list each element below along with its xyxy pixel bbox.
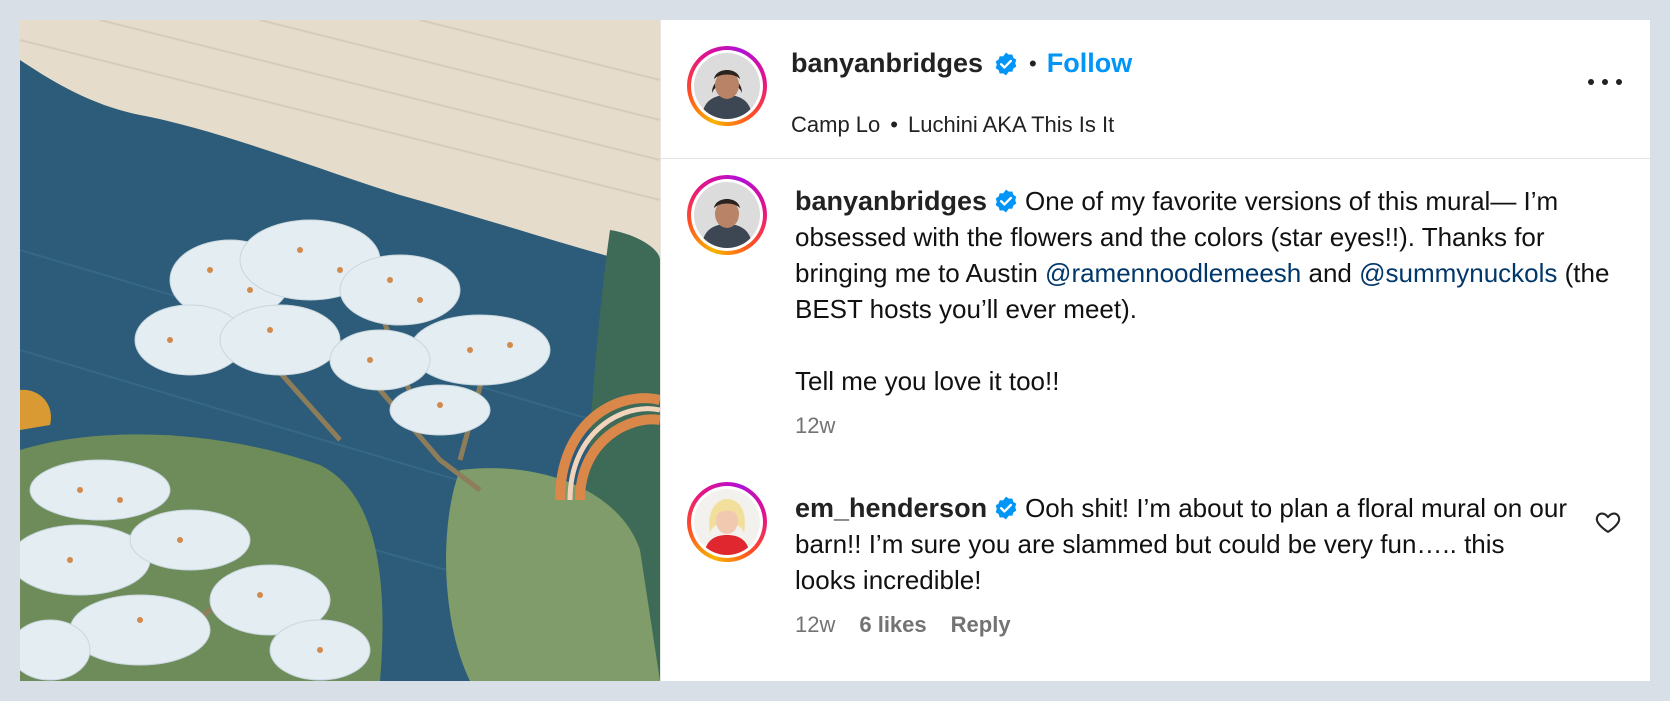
audio-separator: • [890, 112, 898, 137]
verified-badge-icon [995, 496, 1017, 520]
audio-info[interactable]: Camp Lo • Luchini AKA This Is It [791, 112, 1114, 138]
commenter-avatar[interactable] [687, 482, 767, 562]
comment-likes[interactable]: 6 likes [859, 612, 926, 638]
audio-artist: Camp Lo [791, 112, 881, 137]
caption-body-2: and [1301, 258, 1360, 288]
header-separator: • [1029, 50, 1037, 76]
author-avatar-photo [694, 53, 760, 119]
commenter-avatar-photo [694, 489, 760, 555]
commenter-username[interactable]: em_henderson [795, 493, 987, 523]
author-avatar[interactable] [687, 46, 767, 126]
follow-button[interactable]: Follow [1047, 48, 1132, 79]
caption-avatar[interactable] [687, 175, 767, 255]
post-media[interactable] [20, 20, 660, 681]
comment-timestamp[interactable]: 12w [795, 612, 835, 638]
author-username[interactable]: banyanbridges [791, 48, 983, 79]
comment-meta: 12w 6 likes Reply [795, 612, 1630, 638]
caption-timestamp[interactable]: 12w [795, 413, 835, 439]
mention-link[interactable]: @summynuckols [1359, 258, 1557, 288]
comment-item: em_henderson Ooh shit! I’m about to plan… [687, 482, 1630, 638]
like-heart-icon[interactable] [1594, 508, 1622, 536]
caption-username[interactable]: banyanbridges [795, 186, 987, 216]
caption: banyanbridges One of my favorite version… [687, 175, 1630, 439]
comment-text: em_henderson Ooh shit! I’m about to plan… [795, 482, 1630, 598]
caption-text: banyanbridges One of my favorite version… [795, 175, 1630, 399]
caption-body-4: Tell me you love it too!! [795, 366, 1060, 396]
mural-image [20, 20, 660, 681]
caption-avatar-photo [694, 182, 760, 248]
mention-link[interactable]: @ramennoodlemeesh [1045, 258, 1301, 288]
post-panel: banyanbridges • Follow Camp Lo • Luchini… [660, 20, 1650, 681]
audio-track: Luchini AKA This Is It [907, 112, 1115, 137]
more-options-icon[interactable] [1588, 72, 1622, 92]
verified-badge-icon [995, 52, 1017, 75]
verified-badge-icon [995, 189, 1017, 213]
reply-button[interactable]: Reply [951, 612, 1011, 638]
header-title-row: banyanbridges • Follow [791, 48, 1132, 79]
post-card: banyanbridges • Follow Camp Lo • Luchini… [20, 20, 1650, 681]
caption-meta: 12w [795, 413, 1630, 439]
post-header: banyanbridges • Follow Camp Lo • Luchini… [661, 20, 1650, 159]
